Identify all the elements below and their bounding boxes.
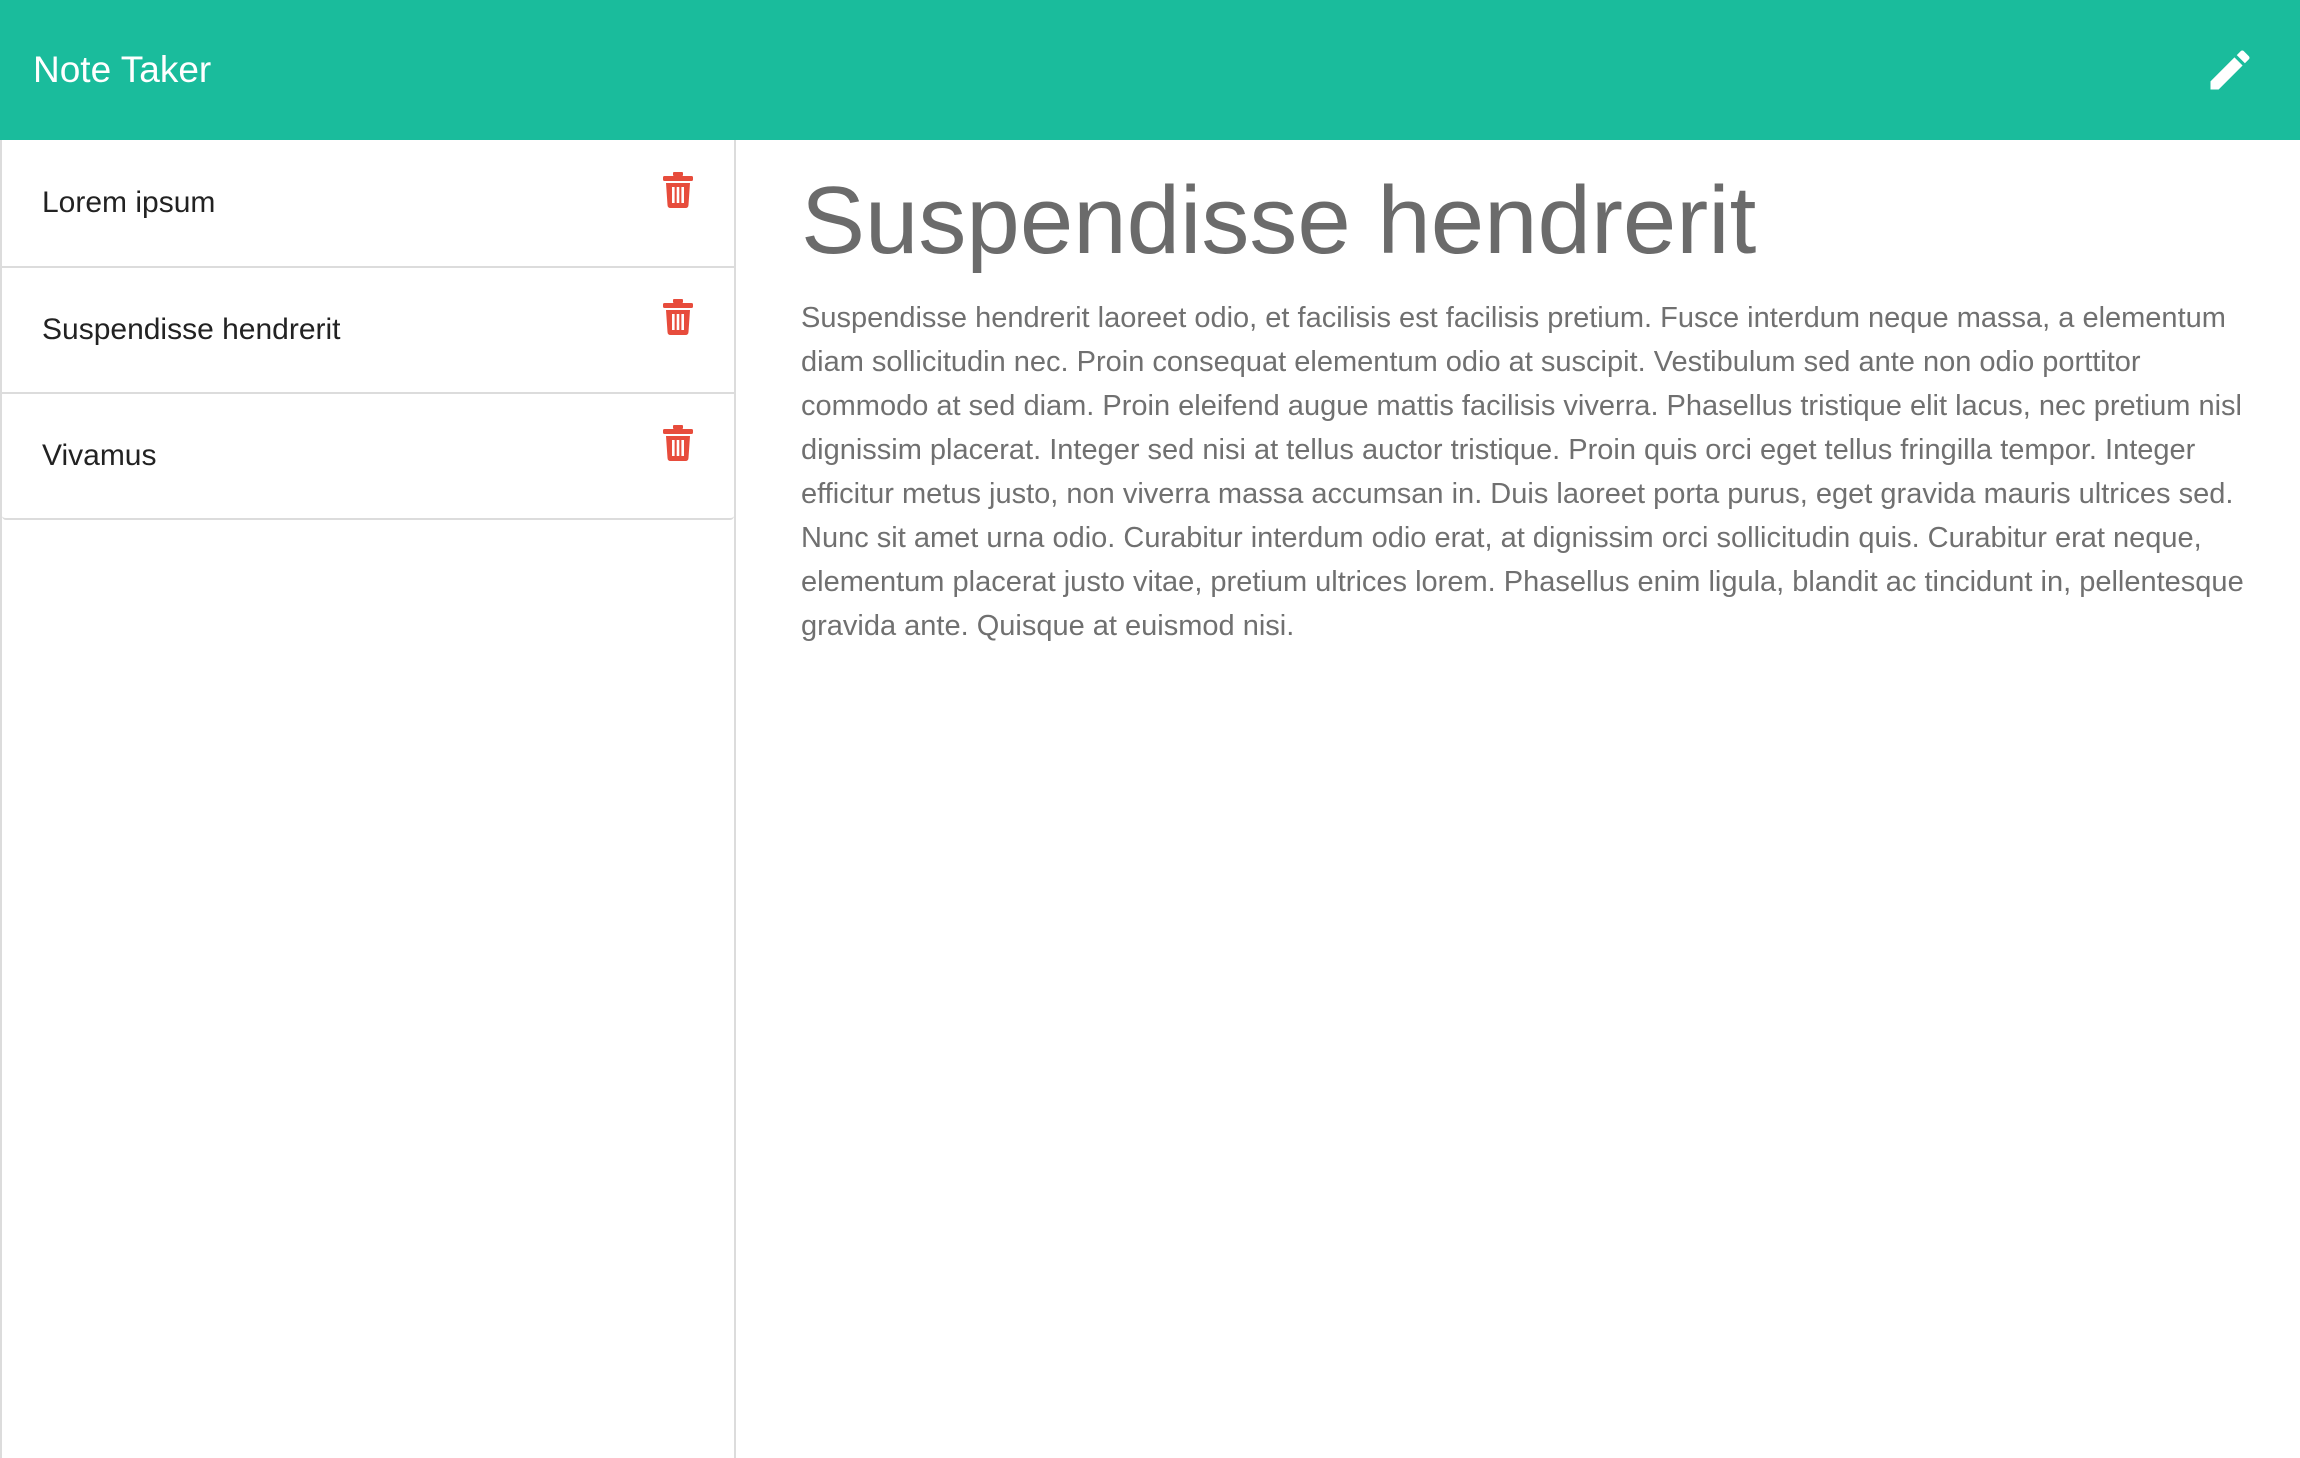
note-list-item[interactable]: Lorem ipsum — [2, 140, 734, 266]
note-list-sidebar: Lorem ipsum Suspendisse hendrerit Vivamu… — [0, 140, 736, 1458]
note-list-item[interactable]: Suspendisse hendrerit — [2, 266, 734, 392]
pencil-icon — [2210, 50, 2250, 90]
delete-note-button[interactable] — [658, 299, 698, 349]
navbar: Note Taker — [0, 0, 2300, 140]
note-title-display[interactable]: Suspendisse hendrerit — [801, 168, 2270, 274]
trash-icon — [663, 172, 693, 208]
delete-note-button[interactable] — [658, 172, 698, 222]
trash-icon — [663, 425, 693, 461]
note-item-title: Lorem ipsum — [42, 186, 216, 219]
note-item-title: Vivamus — [42, 439, 157, 472]
note-list-item[interactable]: Vivamus — [2, 392, 734, 518]
note-text-display[interactable]: Suspendisse hendrerit laoreet odio, et f… — [801, 296, 2270, 648]
trash-icon — [663, 299, 693, 335]
new-note-button[interactable] — [2198, 38, 2262, 102]
note-item-title: Suspendisse hendrerit — [42, 313, 341, 346]
delete-note-button[interactable] — [658, 425, 698, 475]
app-title[interactable]: Note Taker — [33, 49, 211, 91]
note-list: Lorem ipsum Suspendisse hendrerit Vivamu… — [2, 140, 734, 520]
note-editor: Suspendisse hendrerit Suspendisse hendre… — [736, 140, 2300, 1458]
